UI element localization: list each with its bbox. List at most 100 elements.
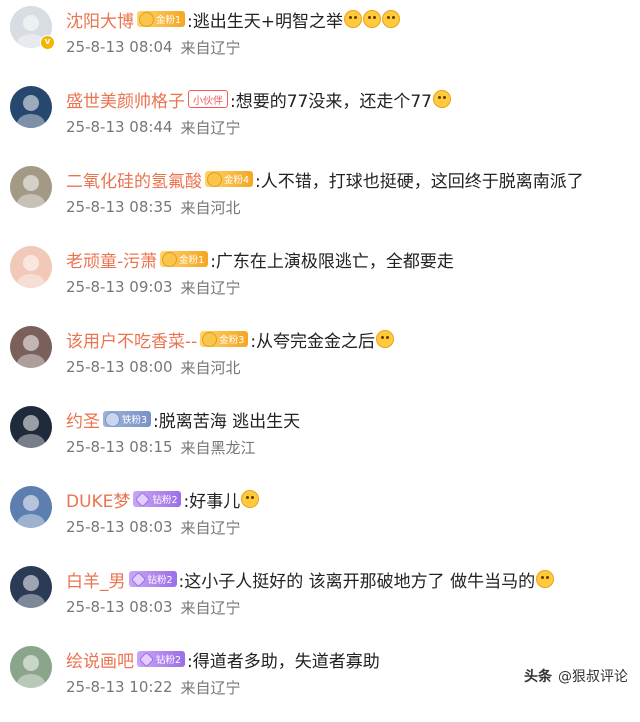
fan-badge[interactable]: 钻粉2	[128, 571, 177, 587]
fan-badge-label: 钻粉2	[147, 575, 173, 586]
fan-badge[interactable]: 钻粉2	[133, 491, 182, 507]
username-link[interactable]: DUKE梦	[66, 487, 130, 512]
comment-location: 来自河北	[180, 198, 241, 217]
fan-badge-icon	[105, 411, 120, 427]
comment-item: 盛世美颜帅格子 小伙伴:想要的77没来，还走个77 25-8-13 08:44 来自辽…	[0, 82, 640, 162]
comment-date: 25-8-13 08:03	[66, 518, 173, 536]
avatar[interactable]	[10, 646, 52, 688]
comment-text: :人不错，打球也挺硬，这回终于脱离南派了	[255, 171, 584, 192]
emoji-icon	[241, 490, 260, 508]
username-link[interactable]: 约圣	[66, 407, 100, 432]
comment-meta: 25-8-13 10:22 来自辽宁	[66, 676, 241, 698]
comment-text: :逃出生天+明智之举	[187, 11, 344, 32]
comment-text: :好事儿	[183, 491, 241, 512]
fan-badge-label: 金粉1	[156, 15, 182, 26]
comment-date: 25-8-13 08:35	[66, 198, 173, 216]
comment-header: 约圣 铁粉3 :脱离苦海 逃出生天	[66, 406, 300, 432]
comment-header: 老顽童-污萧 金粉1 :广东在上演极限逃亡，全都要走	[66, 246, 454, 272]
comment-meta: 25-8-13 08:35 来自河北	[66, 196, 241, 218]
fan-badge-label: 钻粉2	[152, 495, 178, 506]
comment-header: 二氧化硅的氢氟酸 金粉4 :人不错，打球也挺硬，这回终于脱离南派了	[66, 166, 584, 192]
username-link[interactable]: 盛世美颜帅格子	[66, 87, 185, 112]
avatar[interactable]	[10, 406, 52, 448]
comment-location: 来自辽宁	[180, 518, 241, 537]
comment-meta: 25-8-13 08:03 来自辽宁	[66, 596, 241, 618]
fan-badge-icon	[138, 651, 155, 667]
fan-badge[interactable]: 铁粉3	[103, 411, 152, 427]
comment-location: 来自辽宁	[180, 118, 241, 137]
comment-item: DUKE梦 钻粉2 :好事儿 25-8-13 08:03 来自辽宁	[0, 482, 640, 562]
comment-meta: 25-8-13 08:15 来自黑龙江	[66, 436, 256, 458]
comment-date: 25-8-13 10:22	[66, 678, 173, 696]
username-link[interactable]: 沈阳大博	[66, 7, 134, 32]
emoji-icon	[433, 90, 451, 108]
fan-badge[interactable]: 金粉4	[205, 171, 254, 187]
emoji-icon	[536, 570, 555, 588]
comment-item: 白羊_男 钻粉2 :这小子人挺好的 该离开那破地方了 做牛当马的 25-8-13 08…	[0, 562, 640, 642]
fan-badge[interactable]: 金粉1	[160, 251, 209, 267]
comment-date: 25-8-13 08:03	[66, 598, 173, 616]
fan-badge[interactable]: 小伙伴	[188, 90, 228, 108]
comment-item: 二氧化硅的氢氟酸 金粉4 :人不错，打球也挺硬，这回终于脱离南派了 25-8-13 0…	[0, 162, 640, 242]
comment-date: 25-8-13 08:04	[66, 38, 173, 56]
comment-item: 老顽童-污萧 金粉1 :广东在上演极限逃亡，全都要走 25-8-13 09:03 来自辽…	[0, 242, 640, 322]
watermark: 头条 @狠叔评论	[524, 666, 628, 686]
fan-badge[interactable]: 金粉3	[200, 331, 249, 347]
comment-header: DUKE梦 钻粉2 :好事儿	[66, 486, 260, 512]
emoji-icon	[382, 10, 401, 28]
comment-meta: 25-8-13 08:04 来自辽宁	[66, 36, 241, 58]
avatar[interactable]	[10, 166, 52, 208]
comment-location: 来自辽宁	[180, 38, 241, 57]
comment-location: 来自辽宁	[180, 678, 241, 697]
fan-badge-label: 金粉1	[179, 255, 205, 266]
username-link[interactable]: 白羊_男	[66, 567, 126, 592]
username-link[interactable]: 老顽童-污萧	[66, 247, 157, 272]
watermark-account: @狠叔评论	[558, 669, 628, 685]
fan-badge-icon	[130, 571, 146, 587]
comment-date: 25-8-13 08:15	[66, 438, 173, 456]
fan-badge-label: 小伙伴	[193, 95, 223, 107]
emoji-icon	[363, 10, 382, 28]
fan-badge-label: 钻粉2	[156, 655, 182, 666]
comment-text: :脱离苦海 逃出生天	[153, 411, 301, 432]
comment-header: 盛世美颜帅格子 小伙伴:想要的77没来，还走个77	[66, 86, 451, 112]
watermark-brand: 头条	[524, 669, 552, 685]
comment-header: 白羊_男 钻粉2 :这小子人挺好的 该离开那破地方了 做牛当马的	[66, 566, 555, 592]
avatar[interactable]	[10, 246, 52, 288]
avatar[interactable]	[10, 326, 52, 368]
comment-text: :得道者多助，失道者寡助	[187, 651, 380, 672]
comment-item: 该用户不吃香菜-- 金粉3:从夸完金金之后 25-8-13 08:00 来自河北	[0, 322, 640, 402]
avatar[interactable]	[10, 86, 52, 128]
comment-header: 绘说画吧 钻粉2 :得道者多助，失道者寡助	[66, 646, 380, 672]
comment-date: 25-8-13 08:44	[66, 118, 173, 136]
fan-badge-icon	[135, 491, 151, 507]
username-link[interactable]: 绘说画吧	[66, 647, 134, 672]
avatar[interactable]	[10, 566, 52, 608]
comment-location: 来自辽宁	[180, 598, 241, 617]
comment-location: 来自河北	[180, 358, 241, 377]
comment-text: :广东在上演极限逃亡，全都要走	[210, 251, 454, 272]
fan-badge-icon	[162, 251, 178, 267]
avatar[interactable]	[10, 486, 52, 528]
username-link[interactable]: 二氧化硅的氢氟酸	[66, 167, 202, 192]
fan-badge[interactable]: 钻粉2	[137, 651, 186, 667]
comment-text: :这小子人挺好的 该离开那破地方了 做牛当马的	[178, 571, 536, 592]
verified-icon: v	[40, 35, 55, 50]
comment-meta: 25-8-13 08:00 来自河北	[66, 356, 241, 378]
fan-badge-label: 铁粉3	[122, 415, 148, 426]
comment-date: 25-8-13 08:00	[66, 358, 173, 376]
comment-location: 来自黑龙江	[180, 438, 256, 457]
fan-badge[interactable]: 金粉1	[137, 11, 186, 27]
comment-header: 沈阳大博 金粉1 :逃出生天+明智之举	[66, 6, 401, 32]
comment-text: :从夸完金金之后	[250, 331, 376, 352]
emoji-icon	[376, 330, 395, 348]
fan-badge-label: 金粉4	[224, 175, 250, 186]
fan-badge-icon	[202, 331, 218, 347]
comment-meta: 25-8-13 08:44 来自辽宁	[66, 116, 241, 138]
comment-date: 25-8-13 09:03	[66, 278, 173, 296]
comment-meta: 25-8-13 09:03 来自辽宁	[66, 276, 241, 298]
fan-badge-icon	[139, 11, 154, 27]
username-link[interactable]: 该用户不吃香菜--	[66, 327, 197, 352]
comment-meta: 25-8-13 08:03 来自辽宁	[66, 516, 241, 538]
comment-item: 约圣 铁粉3 :脱离苦海 逃出生天 25-8-13 08:15 来自黑龙江	[0, 402, 640, 482]
